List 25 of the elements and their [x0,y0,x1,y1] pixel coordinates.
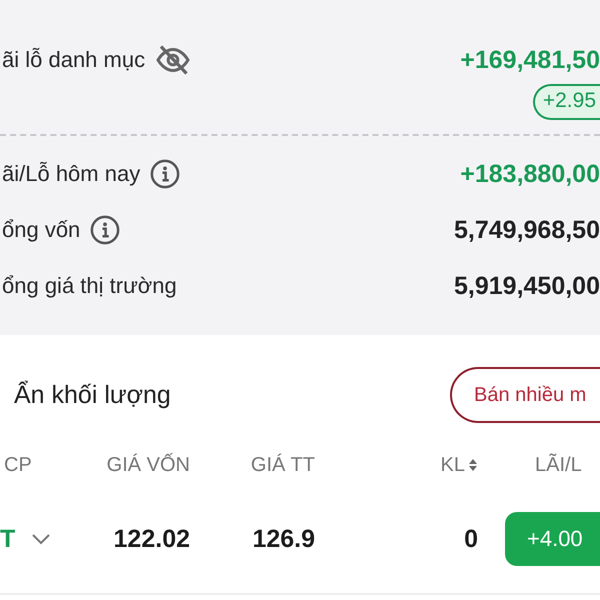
summary-label: ổng vốn [2,217,80,243]
column-header: GIÁ TT [250,454,315,476]
column-header: LÃI/L [535,454,582,476]
market-price-cell: 126.9 [252,524,315,554]
cost-price-cell: 122.02 [114,524,190,554]
sort-icon[interactable] [468,457,478,473]
column-header: CP [4,454,32,476]
summary-label: ãi/Lỗ hôm nay [2,161,140,187]
info-icon[interactable] [90,215,120,245]
column-header: GIÁ VỐN [106,454,190,476]
volume-cell: 0 [464,524,478,554]
hide-volume-label[interactable]: Ẩn khối lượng [14,380,171,410]
column-header: KL [440,454,465,476]
portfolio-profit-value: +169,481,50 [460,46,600,74]
profit-percent-badge: +4.00 [505,512,600,566]
summary-value: 5,919,450,00 [454,272,600,300]
sell-many-button[interactable]: Bán nhiều m [450,367,600,423]
summary-value: 5,749,968,50 [454,216,600,244]
chevron-down-icon[interactable] [31,533,52,545]
portfolio-profit-label: ãi lỗ danh mục [2,47,146,73]
percent-badge: +2.95 [532,84,600,120]
summary-value: +183,880,00 [460,160,600,188]
summary-label: ổng giá thị trường [2,273,177,299]
ticker-symbol[interactable]: T [0,524,16,554]
info-icon[interactable] [150,159,180,189]
